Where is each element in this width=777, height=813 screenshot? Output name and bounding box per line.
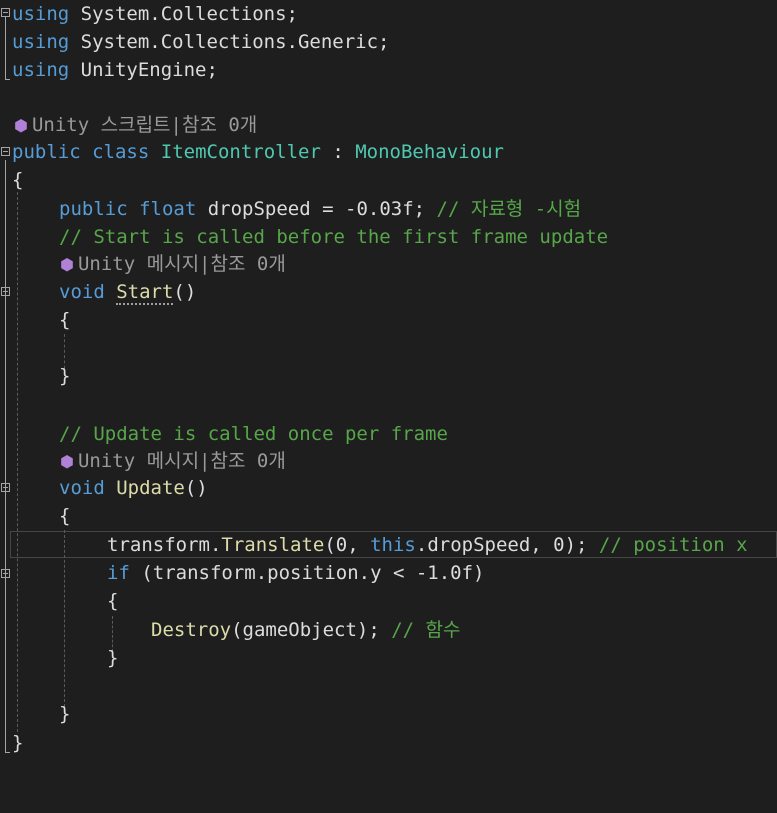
namespace: System.Collections; xyxy=(69,3,298,25)
code-editor[interactable]: using System.Collections; using System.C… xyxy=(0,0,777,773)
code-line[interactable]: if (transform.position.y < -1.0f) xyxy=(0,559,777,587)
code-line[interactable]: public class ItemController : MonoBehavi… xyxy=(0,138,777,166)
codelens-text[interactable]: Unity 메시지|참조 0개 xyxy=(78,253,286,275)
condition: (transform.position.y < -1.0f) xyxy=(129,562,485,584)
arguments: (0, xyxy=(324,534,371,556)
comment: // Update is called once per frame xyxy=(59,423,448,445)
keyword: void xyxy=(59,281,105,303)
arguments: (gameObject); xyxy=(231,619,392,641)
brace: { xyxy=(107,590,119,612)
keyword: using xyxy=(12,31,70,53)
keyword: if xyxy=(107,562,130,584)
parens: () xyxy=(173,281,197,303)
codelens-text[interactable]: Unity 메시지|참조 0개 xyxy=(78,450,286,472)
brace: { xyxy=(12,169,24,191)
code-line[interactable]: } xyxy=(0,700,777,728)
brace: } xyxy=(59,365,71,387)
keyword: public xyxy=(12,141,81,163)
keyword: class xyxy=(92,141,150,163)
code-line[interactable]: void Start() xyxy=(0,278,777,306)
code-line[interactable]: // Start is called before the first fram… xyxy=(0,223,777,251)
method-name: Translate xyxy=(221,534,325,556)
code-line[interactable]: using System.Collections.Generic; xyxy=(0,28,777,56)
codelens-line[interactable]: ⬢ Unity 스크립트|참조 0개 xyxy=(0,111,777,139)
colon: : xyxy=(320,141,356,163)
identifier: transform. xyxy=(107,534,222,556)
code-line[interactable]: } xyxy=(0,729,777,757)
comment: // 자료형 -시험 xyxy=(436,198,582,220)
code-line[interactable]: { xyxy=(0,587,777,615)
brace: } xyxy=(107,647,119,669)
unity-cube-icon: ⬢ xyxy=(60,255,74,274)
brace: { xyxy=(59,505,71,527)
brace: } xyxy=(12,732,24,754)
method-name: Update xyxy=(116,477,185,499)
method-name: Start xyxy=(116,281,174,305)
unity-cube-icon: ⬢ xyxy=(14,116,28,135)
code-line[interactable]: } xyxy=(0,362,777,390)
parens: () xyxy=(184,477,208,499)
codelens-line[interactable]: ⬢ Unity 메시지|참조 0개 xyxy=(0,447,777,475)
brace: { xyxy=(59,309,71,331)
code-line[interactable]: { xyxy=(0,502,777,530)
keyword: using xyxy=(12,3,70,25)
keyword: void xyxy=(59,477,105,499)
code-line[interactable]: Destroy(gameObject); // 함수 xyxy=(0,616,777,644)
unity-cube-icon: ⬢ xyxy=(60,452,74,471)
comment: // Start is called before the first fram… xyxy=(59,226,609,248)
method-name: Destroy xyxy=(151,619,232,641)
namespace: System.Collections.Generic; xyxy=(69,31,390,53)
arguments: .dropSpeed, 0); xyxy=(415,534,599,556)
keyword: using xyxy=(12,59,70,81)
base-class: MonoBehaviour xyxy=(355,141,504,163)
code-line[interactable]: { xyxy=(0,166,777,194)
field-declaration: dropSpeed = -0.03f; xyxy=(196,198,437,220)
code-line[interactable]: // Update is called once per frame xyxy=(0,420,777,448)
code-line[interactable]: } xyxy=(0,644,777,672)
code-line[interactable]: transform.Translate(0, this.dropSpeed, 0… xyxy=(0,531,777,559)
code-line[interactable]: using System.Collections; xyxy=(0,0,777,28)
brace: } xyxy=(59,703,71,725)
comment: // position x xyxy=(598,534,748,556)
code-line[interactable]: void Update() xyxy=(0,474,777,502)
keyword: public xyxy=(59,198,128,220)
code-line[interactable]: using UnityEngine; xyxy=(0,56,777,84)
keyword: float xyxy=(139,198,197,220)
code-line[interactable]: { xyxy=(0,306,777,334)
codelens-text[interactable]: Unity 스크립트|참조 0개 xyxy=(32,114,257,136)
class-name: ItemController xyxy=(160,141,321,163)
comment: // 함수 xyxy=(391,619,461,641)
code-line[interactable]: public float dropSpeed = -0.03f; // 자료형 … xyxy=(0,195,777,223)
keyword: this xyxy=(370,534,416,556)
codelens-line[interactable]: ⬢ Unity 메시지|참조 0개 xyxy=(0,250,777,278)
namespace: UnityEngine; xyxy=(69,59,218,81)
